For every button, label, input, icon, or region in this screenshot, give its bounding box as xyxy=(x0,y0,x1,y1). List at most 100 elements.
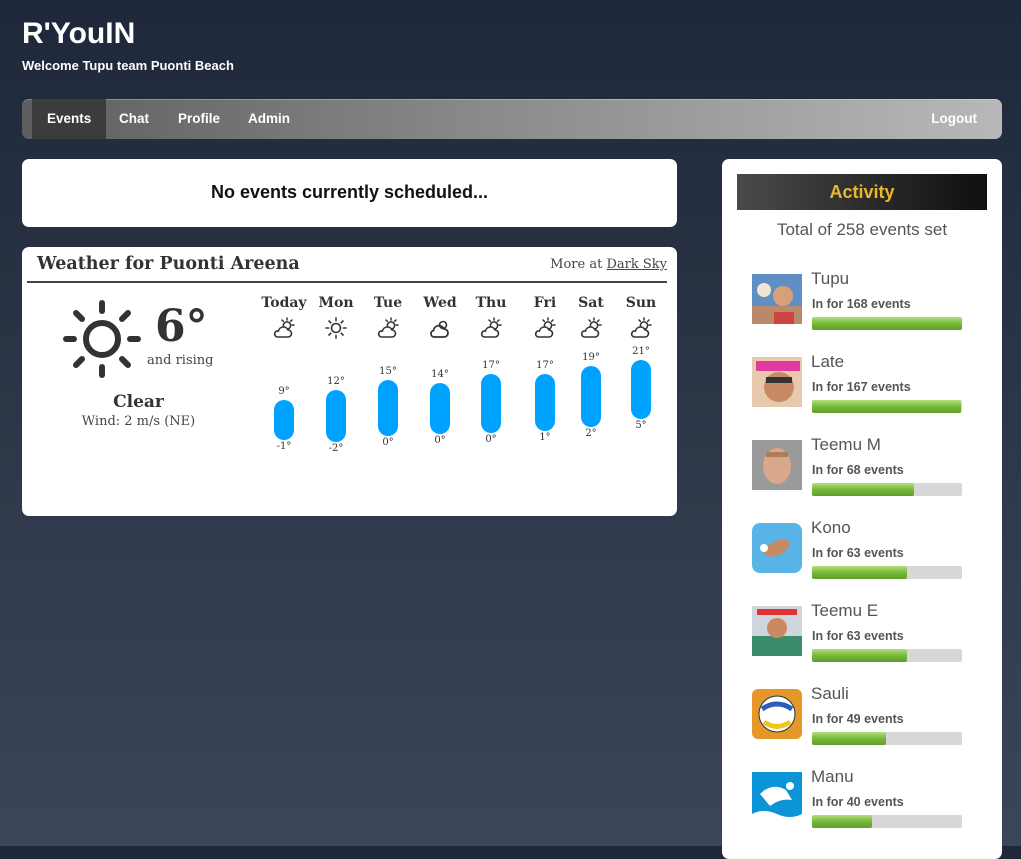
forecast-day-name: Mon xyxy=(318,295,354,311)
partly-cloudy-icon xyxy=(272,317,296,339)
user-name: Kono xyxy=(811,518,851,537)
app-title: R'YouIN xyxy=(22,17,136,50)
weather-widget: Weather for Puonti Areena More at Dark S… xyxy=(22,247,677,516)
forecast-high: 12° xyxy=(327,376,345,387)
user-event-count: In for 167 events xyxy=(812,380,911,394)
forecast-day-name: Fri xyxy=(533,295,557,311)
forecast-day-name: Tue xyxy=(373,295,403,311)
forecast-day-name: Thu xyxy=(475,295,507,311)
sun-icon xyxy=(63,300,141,378)
temperature-range-bar xyxy=(535,374,555,431)
user-event-count: In for 40 events xyxy=(812,795,904,809)
activity-total: Total of 258 events set xyxy=(776,220,948,239)
tab-admin[interactable]: Admin xyxy=(248,99,290,139)
forecast-low: -1° xyxy=(276,441,292,452)
tab-profile[interactable]: Profile xyxy=(178,99,220,139)
user-progress-fill xyxy=(812,732,886,745)
forecast-high: 14° xyxy=(431,369,449,380)
forecast-day: Thu 17° 0° xyxy=(465,295,517,445)
forecast-high: 17° xyxy=(482,360,500,371)
forecast-low: 5° xyxy=(635,420,647,431)
user-progress-bar xyxy=(812,649,962,662)
current-wind: Wind: 2 m/s (NE) xyxy=(81,414,196,429)
user-progress-fill xyxy=(812,317,962,330)
forecast-day: Wed 14° 0° xyxy=(414,295,466,446)
weather-title: Weather for Puonti Areena xyxy=(37,254,300,274)
user-name: Teemu M xyxy=(811,435,881,454)
user-progress-fill xyxy=(812,400,961,413)
current-summary: Clear xyxy=(113,392,164,412)
user-name: Sauli xyxy=(811,684,849,703)
activity-user-row[interactable]: Kono In for 63 events xyxy=(752,518,972,579)
avatar[interactable] xyxy=(752,689,802,739)
activity-panel: Activity Total of 258 events set Tupu In … xyxy=(722,159,1002,859)
temperature-range-bar xyxy=(274,400,294,440)
user-progress-bar xyxy=(812,732,962,745)
user-name: Manu xyxy=(811,767,854,786)
user-progress-fill xyxy=(812,566,907,579)
forecast-day: Sat 19° 2° xyxy=(565,295,617,439)
partly-cloudy-icon xyxy=(479,317,503,339)
main-navbar: Events Chat Profile Admin Logout xyxy=(22,99,1002,139)
dark-sky-link[interactable]: Dark Sky xyxy=(606,257,667,272)
forecast-day: Mon 12° -2° xyxy=(310,295,362,454)
forecast-day-name: Sat xyxy=(578,295,604,311)
user-name: Tupu xyxy=(811,269,850,288)
partly-cloudy-icon xyxy=(376,317,400,339)
logout-button[interactable]: Logout xyxy=(931,99,977,139)
partly-cloudy-icon xyxy=(629,317,653,339)
activity-user-row[interactable]: Late In for 167 events xyxy=(752,352,972,413)
user-event-count: In for 168 events xyxy=(812,297,911,311)
cloud-icon xyxy=(428,317,452,339)
current-temperature: 6° xyxy=(155,301,208,352)
user-progress-fill xyxy=(812,649,907,662)
activity-user-row[interactable]: Manu In for 40 events xyxy=(752,767,972,828)
user-progress-fill xyxy=(812,483,914,496)
temperature-trend: and rising xyxy=(147,353,214,368)
avatar[interactable] xyxy=(752,772,802,822)
temperature-range-bar xyxy=(481,374,501,433)
forecast-high: 21° xyxy=(632,346,650,357)
avatar[interactable] xyxy=(752,357,802,407)
forecast-day-name: Sun xyxy=(625,295,657,311)
activity-title: Activity xyxy=(737,174,987,210)
temperature-range-bar xyxy=(378,380,398,436)
temperature-range-bar xyxy=(581,366,601,427)
forecast-low: 0° xyxy=(382,437,394,448)
sun-icon xyxy=(324,317,348,339)
forecast-low: -2° xyxy=(328,443,344,454)
user-progress-fill xyxy=(812,815,872,828)
user-progress-bar xyxy=(812,400,962,413)
more-at-label: More at xyxy=(550,257,603,272)
temperature-range-bar xyxy=(631,360,651,419)
forecast-high: 15° xyxy=(379,366,397,377)
tab-chat[interactable]: Chat xyxy=(119,99,149,139)
weather-header: Weather for Puonti Areena More at Dark S… xyxy=(27,247,667,283)
forecast-high: 19° xyxy=(582,352,600,363)
user-name: Teemu E xyxy=(811,601,879,620)
temperature-range-bar xyxy=(326,390,346,442)
activity-user-row[interactable]: Tupu In for 168 events xyxy=(752,269,972,330)
user-progress-bar xyxy=(812,815,962,828)
forecast-day: Today 9° -1° xyxy=(258,295,310,452)
forecast-low: 0° xyxy=(485,434,497,445)
welcome-subtitle: Welcome Tupu team Puonti Beach xyxy=(22,58,234,73)
activity-user-row[interactable]: Teemu E In for 63 events xyxy=(752,601,972,662)
avatar[interactable] xyxy=(752,274,802,324)
forecast-day: Tue 15° 0° xyxy=(362,295,414,448)
tab-events[interactable]: Events xyxy=(32,99,107,139)
avatar[interactable] xyxy=(752,523,802,573)
forecast-low: 2° xyxy=(585,428,597,439)
user-event-count: In for 49 events xyxy=(812,712,904,726)
avatar[interactable] xyxy=(752,440,802,490)
user-event-count: In for 63 events xyxy=(812,546,904,560)
activity-user-row[interactable]: Sauli In for 49 events xyxy=(752,684,972,745)
no-events-message: No events currently scheduled... xyxy=(210,182,489,202)
user-progress-bar xyxy=(812,566,962,579)
user-name: Late xyxy=(811,352,845,371)
forecast-low: 1° xyxy=(539,432,551,443)
events-panel: No events currently scheduled... xyxy=(22,159,677,227)
forecast-day-name: Wed xyxy=(423,295,457,311)
activity-user-row[interactable]: Teemu M In for 68 events xyxy=(752,435,972,496)
avatar[interactable] xyxy=(752,606,802,656)
